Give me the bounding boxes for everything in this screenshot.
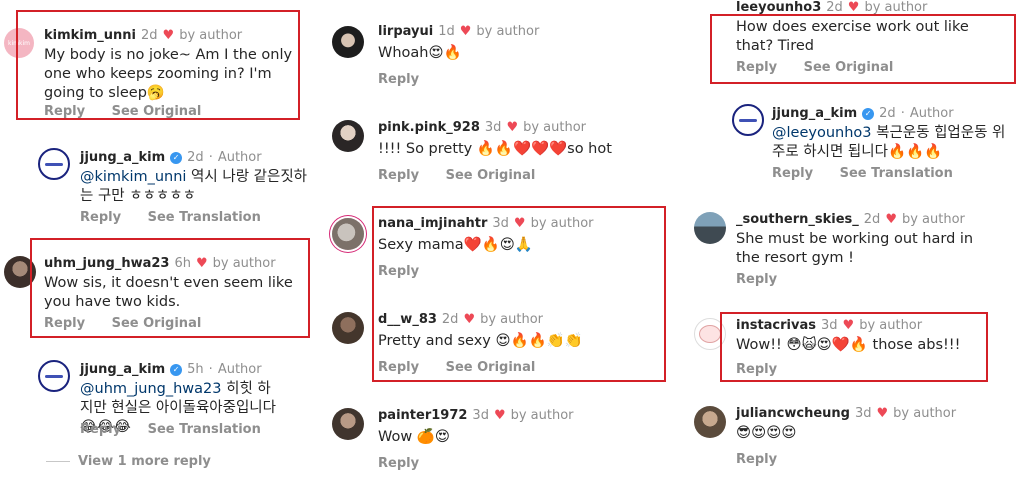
username[interactable]: jjung_a_kim	[80, 362, 165, 377]
comment-actions: Reply See Translation	[772, 166, 975, 181]
user-avatar[interactable]	[332, 26, 364, 58]
comment-actions: Reply	[378, 456, 441, 471]
comment-text: Wow 🍊😍	[378, 429, 450, 445]
user-avatar[interactable]	[694, 212, 726, 244]
dot-separator: ·	[208, 150, 213, 165]
comment-actions: Reply See Translation	[80, 210, 283, 225]
comment-header: _southern_skies_ 2d ♥ by author	[736, 212, 965, 227]
comment-header: jjung_a_kim ✓ 5h · Author	[80, 362, 262, 377]
timestamp: 1d	[438, 24, 455, 39]
comment-actions: Reply	[378, 72, 441, 87]
username[interactable]: leeyounho3	[736, 0, 821, 15]
username[interactable]: pink.pink_928	[378, 120, 480, 135]
comment-text: @kimkim_unni 역시 나랑 같은짓하는 구만 ㅎㅎㅎㅎㅎ	[80, 168, 320, 206]
reply-button[interactable]: Reply	[378, 456, 419, 471]
user-avatar[interactable]	[694, 406, 726, 438]
see-translation-button[interactable]: See Translation	[840, 166, 953, 181]
timestamp: 3d	[484, 120, 502, 135]
comment-actions: Reply	[736, 272, 799, 287]
see-original-button[interactable]: See Original	[446, 168, 536, 183]
timestamp: 2d	[187, 150, 204, 165]
verified-icon: ✓	[862, 107, 875, 120]
username[interactable]: jjung_a_kim	[80, 150, 165, 165]
mention-link[interactable]: @uhm_jung_hwa23	[80, 381, 222, 397]
mention-link[interactable]: @leeyounho3	[772, 125, 872, 141]
user-avatar[interactable]	[332, 120, 364, 152]
comment-actions: Reply See Translation	[80, 422, 283, 437]
reply-button[interactable]: Reply	[80, 210, 121, 225]
heart-icon: ♥	[876, 406, 889, 421]
comment-text: She must be working out hard in the reso…	[736, 231, 974, 266]
comment-text: Whoah😍🔥	[378, 45, 462, 61]
liked-by-author-label: by author	[901, 212, 965, 227]
verified-icon: ✓	[170, 151, 183, 164]
user-avatar[interactable]	[38, 360, 70, 392]
liked-by-author-label: by author	[510, 408, 574, 423]
comment-text: @leeyounho3 복근운동 힙업운동 위주로 하시면 됩니다🔥🔥🔥	[772, 124, 1012, 162]
liked-by-author-label: by author	[864, 0, 928, 15]
username[interactable]: jjung_a_kim	[772, 106, 857, 121]
view-more-replies-label[interactable]: View 1 more reply	[78, 454, 211, 469]
username[interactable]: lirpayui	[378, 24, 433, 39]
author-label: Author	[217, 150, 262, 165]
reply-button[interactable]: Reply	[736, 452, 777, 467]
highlight-box	[372, 206, 666, 382]
comment-actions: Reply	[736, 452, 799, 467]
highlight-box	[720, 312, 988, 382]
timestamp: 2d	[863, 212, 881, 227]
username[interactable]: painter1972	[378, 408, 467, 423]
see-translation-button[interactable]: See Translation	[148, 210, 261, 225]
divider-line	[46, 461, 70, 462]
heart-icon: ♥	[493, 408, 506, 423]
highlight-box	[16, 10, 300, 120]
user-avatar[interactable]	[732, 104, 764, 136]
timestamp: 2d	[826, 0, 843, 15]
comment-header: lirpayui 1d ♥ by author	[378, 24, 539, 39]
timestamp: 3d	[472, 408, 489, 423]
comment-header: painter1972 3d ♥ by author	[378, 408, 574, 423]
author-label: Author	[909, 106, 954, 121]
comment-header: pink.pink_928 3d ♥ by author	[378, 120, 586, 135]
liked-by-author-label: by author	[476, 24, 540, 39]
author-label: Author	[217, 362, 262, 377]
highlight-box	[710, 14, 1016, 84]
heart-icon: ♥	[885, 212, 897, 227]
user-avatar[interactable]	[332, 408, 364, 440]
dot-separator: ·	[900, 106, 905, 121]
comment-actions: Reply See Original	[378, 168, 557, 183]
view-more-replies[interactable]: View 1 more reply	[46, 454, 211, 469]
see-translation-button[interactable]: See Translation	[148, 422, 261, 437]
highlight-box	[30, 238, 310, 338]
username[interactable]: _southern_skies_	[736, 212, 859, 227]
timestamp: 2d	[879, 106, 896, 121]
heart-icon: ♥	[459, 24, 472, 39]
comment-text: !!!! So pretty 🔥🔥❤️❤️❤️so hot	[378, 141, 612, 157]
reply-button[interactable]: Reply	[378, 168, 419, 183]
dot-separator: ·	[208, 362, 213, 377]
user-avatar[interactable]	[332, 218, 364, 250]
comment-header: jjung_a_kim ✓ 2d · Author	[80, 150, 262, 165]
timestamp: 5h	[187, 362, 204, 377]
user-avatar[interactable]	[332, 312, 364, 344]
comment-header: jjung_a_kim ✓ 2d · Author	[772, 106, 954, 121]
user-avatar[interactable]	[38, 148, 70, 180]
comment-header: leeyounho3 2d ♥ by author	[736, 0, 927, 15]
comment-header: juliancwcheung 3d ♥ by author	[736, 406, 956, 421]
timestamp: 3d	[854, 406, 872, 421]
heart-icon: ♥	[847, 0, 860, 15]
reply-button[interactable]: Reply	[736, 272, 777, 287]
liked-by-author-label: by author	[893, 406, 957, 421]
comment-text: 😎😍😍😍	[736, 425, 797, 441]
reply-button[interactable]: Reply	[772, 166, 813, 181]
reply-button[interactable]: Reply	[80, 422, 121, 437]
username[interactable]: juliancwcheung	[736, 406, 850, 421]
mention-link[interactable]: @kimkim_unni	[80, 169, 186, 185]
verified-icon: ✓	[170, 363, 183, 376]
heart-icon: ♥	[506, 120, 519, 135]
reply-button[interactable]: Reply	[378, 72, 419, 87]
liked-by-author-label: by author	[523, 120, 587, 135]
